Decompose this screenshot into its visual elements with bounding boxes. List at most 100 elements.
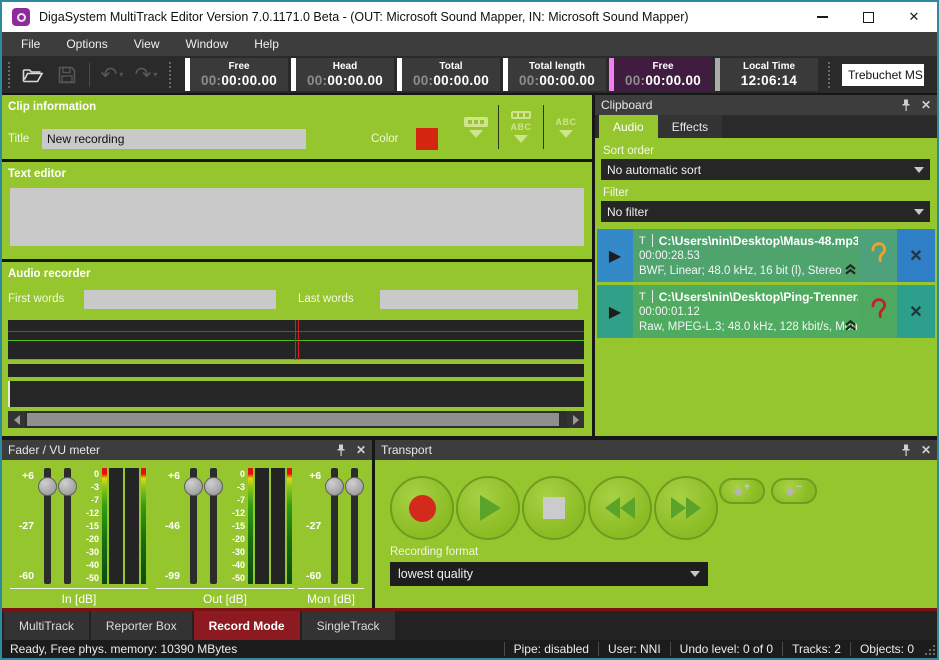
menu-help[interactable]: Help (243, 34, 290, 54)
track-separator-line (8, 340, 584, 341)
rewind-button[interactable] (588, 476, 652, 540)
undo-button[interactable]: ↶ ▾ (95, 61, 129, 89)
entry-play-button[interactable]: ▶ (597, 285, 633, 338)
play-icon: ▶ (609, 246, 621, 266)
last-words-label: Last words (298, 293, 354, 305)
fader-knob[interactable] (38, 477, 57, 496)
remove-marker-button[interactable]: ◆− (771, 478, 817, 504)
entry-monitor-button[interactable] (860, 229, 897, 282)
last-words-input[interactable] (380, 290, 578, 309)
collapse-chevron-icon[interactable] (844, 262, 857, 280)
save-button[interactable] (50, 61, 84, 89)
menu-window[interactable]: Window (175, 34, 240, 54)
counter-label: Head (333, 61, 357, 73)
app-window: DigaSystem MultiTrack Editor Version 7.0… (0, 0, 939, 660)
toolbar-grip[interactable] (828, 62, 830, 88)
fader-knob[interactable] (58, 477, 77, 496)
fader-slider[interactable] (185, 468, 203, 584)
color-swatch[interactable] (416, 128, 438, 150)
title-color-dropdown-button[interactable]: ABC (499, 102, 543, 152)
close-icon[interactable]: ✕ (921, 98, 931, 112)
entry-format: BWF, Linear; 48.0 kHz, 16 bit (l), Stere… (639, 264, 858, 279)
stop-button[interactable] (522, 476, 586, 540)
diamond-icon: ◆ (786, 484, 795, 498)
sort-order-label: Sort order (603, 145, 654, 157)
counter-value: 00:00:00.00 (201, 73, 277, 88)
fader-slider[interactable] (39, 468, 57, 584)
redo-button[interactable]: ↷ ▾ (129, 61, 163, 89)
mode-tabs: MultiTrack Reporter Box Record Mode Sing… (2, 611, 937, 640)
entry-body: T C:\Users\nin\Desktop\Maus-48.mp3.wav 0… (633, 229, 860, 282)
playhead-cursor[interactable] (298, 320, 299, 360)
sort-order-select[interactable]: No automatic sort (601, 159, 930, 180)
dropdown-arrow-icon (559, 130, 573, 138)
clipboard-entry[interactable]: ▶ T C:\Users\nin\Desktop\Maus-48.mp3.wav… (597, 229, 935, 282)
scrollbar-thumb[interactable] (27, 413, 559, 426)
first-words-input[interactable] (84, 290, 276, 309)
waveform-scrollbar[interactable] (8, 411, 584, 428)
entry-remove-button[interactable]: ✕ (897, 285, 935, 338)
recording-format-select[interactable]: lowest quality (390, 562, 708, 586)
undo-dropdown-arrow-icon[interactable]: ▾ (119, 70, 123, 79)
maximize-button[interactable] (845, 2, 891, 32)
tab-effects[interactable]: Effects (658, 115, 722, 138)
pin-icon[interactable] (901, 444, 911, 457)
menu-file[interactable]: File (10, 34, 51, 54)
text-style-dropdown-button[interactable]: ABC (544, 102, 588, 152)
scroll-right-button[interactable] (567, 411, 584, 428)
redo-dropdown-arrow-icon[interactable]: ▾ (153, 70, 157, 79)
scroll-left-button[interactable] (8, 411, 25, 428)
tab-singletrack[interactable]: SingleTrack (302, 611, 395, 640)
resize-grip[interactable] (925, 643, 935, 655)
fader-slider[interactable] (59, 468, 77, 584)
clip-color-dropdown-button[interactable] (454, 102, 498, 152)
tab-multitrack[interactable]: MultiTrack (4, 611, 89, 640)
status-user: User: NNI (598, 642, 670, 656)
record-button[interactable] (390, 476, 454, 540)
scroll-left-icon (14, 415, 20, 425)
filter-select[interactable]: No filter (601, 201, 930, 222)
menu-view[interactable]: View (123, 34, 171, 54)
minimize-button[interactable] (799, 2, 845, 32)
fast-forward-button[interactable] (654, 476, 718, 540)
open-file-button[interactable] (16, 61, 50, 89)
collapse-chevron-icon[interactable] (844, 318, 857, 336)
toolbar-grip[interactable] (8, 62, 10, 88)
fader-slider[interactable] (205, 468, 223, 584)
fader-knob[interactable] (184, 477, 203, 496)
entry-play-button[interactable]: ▶ (597, 229, 633, 282)
waveform-overview (8, 381, 584, 407)
clipboard-entry[interactable]: ▶ T C:\Users\nin\Desktop\Ping-Trenner.MP… (597, 285, 935, 338)
close-icon[interactable]: ✕ (921, 443, 931, 457)
add-marker-button[interactable]: ◆+ (719, 478, 765, 504)
dropdown-arrow-icon (914, 167, 924, 173)
fader-slider[interactable] (346, 468, 363, 584)
play-button[interactable] (456, 476, 520, 540)
font-select[interactable]: Trebuchet MS (842, 64, 924, 86)
pin-icon[interactable] (336, 444, 346, 457)
entry-remove-button[interactable]: ✕ (897, 229, 935, 282)
fader-knob[interactable] (345, 477, 364, 496)
title-input[interactable] (42, 129, 306, 149)
close-button[interactable]: ✕ (891, 2, 937, 32)
fader-title-bar: Fader / VU meter ✕ (2, 440, 372, 460)
entry-monitor-button[interactable] (860, 285, 897, 338)
close-icon[interactable]: ✕ (356, 443, 366, 457)
menu-options[interactable]: Options (55, 34, 118, 54)
entry-path: C:\Users\nin\Desktop\Maus-48.mp3.wav (659, 234, 858, 248)
tab-reporter-box[interactable]: Reporter Box (91, 611, 192, 640)
waveform-display[interactable] (8, 320, 584, 360)
fader-knob[interactable] (204, 477, 223, 496)
playhead-cursor[interactable] (295, 320, 296, 360)
tab-audio[interactable]: Audio (599, 115, 658, 138)
text-editor-textarea[interactable] (10, 188, 584, 246)
counter-value: 00:00:00.00 (625, 73, 701, 88)
fader-knob[interactable] (325, 477, 344, 496)
status-message: Ready, Free phys. memory: 10390 MBytes (2, 642, 504, 656)
pin-icon[interactable] (901, 99, 911, 112)
toolbar-grip[interactable] (169, 62, 171, 88)
window-title: DigaSystem MultiTrack Editor Version 7.0… (39, 10, 689, 24)
fader-slider[interactable] (326, 468, 343, 584)
tab-record-mode[interactable]: Record Mode (194, 611, 300, 640)
vu-meter-bar (109, 468, 123, 584)
